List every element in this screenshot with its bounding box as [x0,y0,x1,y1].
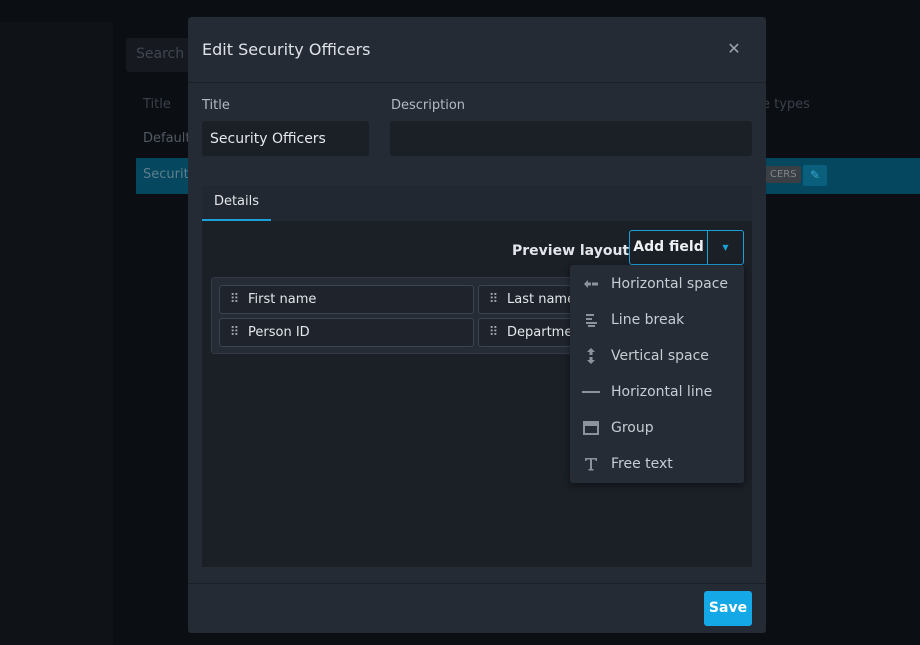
background-row-default: Default [143,131,191,146]
layout-field-label: Last name [507,292,576,307]
background-row-badge: CERS [766,166,801,183]
layout-field-label: Person ID [248,325,310,340]
menu-item-horizontal-line[interactable]: Horizontal line [570,374,744,410]
layout-grid: ⠿ First name ⠿ Last name ⠿ Person ID ⠿ Depar… [211,277,581,354]
line-break-icon [570,313,611,327]
drag-handle-icon[interactable]: ⠿ [479,286,507,313]
modal-title: Edit Security Officers [202,40,371,59]
background-edit-icon: ✎ [803,165,827,186]
drag-handle-icon[interactable]: ⠿ [479,319,507,346]
layout-field-first-name[interactable]: ⠿ First name [219,285,474,314]
drag-handle-icon[interactable]: ⠿ [220,286,248,313]
title-field-label: Title [202,98,230,113]
background-column-types: e types [762,97,810,112]
layout-field-label: First name [248,292,317,307]
layout-field-department[interactable]: ⠿ Department [478,318,580,347]
menu-item-label: Line break [611,312,685,328]
save-button[interactable]: Save [704,591,752,626]
description-input[interactable] [390,121,752,156]
add-field-split-button: Add field ▼ [629,230,744,265]
menu-item-label: Horizontal line [611,384,713,400]
menu-item-horizontal-space[interactable]: Horizontal space [570,266,744,302]
menu-item-vertical-space[interactable]: Vertical space [570,338,744,374]
menu-item-label: Horizontal space [611,276,729,292]
menu-item-label: Free text [611,456,673,472]
horizontal-space-icon [570,278,611,290]
menu-item-group[interactable]: Group [570,410,744,446]
modal-footer: Save [188,583,766,633]
preview-layout-toggle[interactable]: Preview layout [512,243,629,259]
layout-field-person-id[interactable]: ⠿ Person ID [219,318,474,347]
tab-details[interactable]: Details [202,185,271,221]
drag-handle-icon[interactable]: ⠿ [220,319,248,346]
background-search-input: Search [126,38,196,72]
menu-item-label: Group [611,420,654,436]
layout-field-last-name[interactable]: ⠿ Last name [478,285,580,314]
description-field-label: Description [391,98,466,113]
menu-item-line-break[interactable]: Line break [570,302,744,338]
modal-header: Edit Security Officers ✕ [188,17,766,83]
horizontal-line-icon [570,390,611,394]
close-icon[interactable]: ✕ [726,41,742,57]
menu-item-free-text[interactable]: Free text [570,446,744,482]
free-text-icon [570,457,611,471]
menu-item-label: Vertical space [611,348,709,364]
tabs-bar: Details [202,185,752,221]
title-input[interactable] [202,121,369,156]
group-icon [570,421,611,435]
chevron-down-icon[interactable]: ▼ [708,231,743,264]
add-field-dropdown: Horizontal space Line break Vertical spa… [570,265,744,483]
background-column-title: Title [143,97,171,112]
add-field-button[interactable]: Add field [630,231,708,264]
vertical-space-icon [570,348,611,364]
